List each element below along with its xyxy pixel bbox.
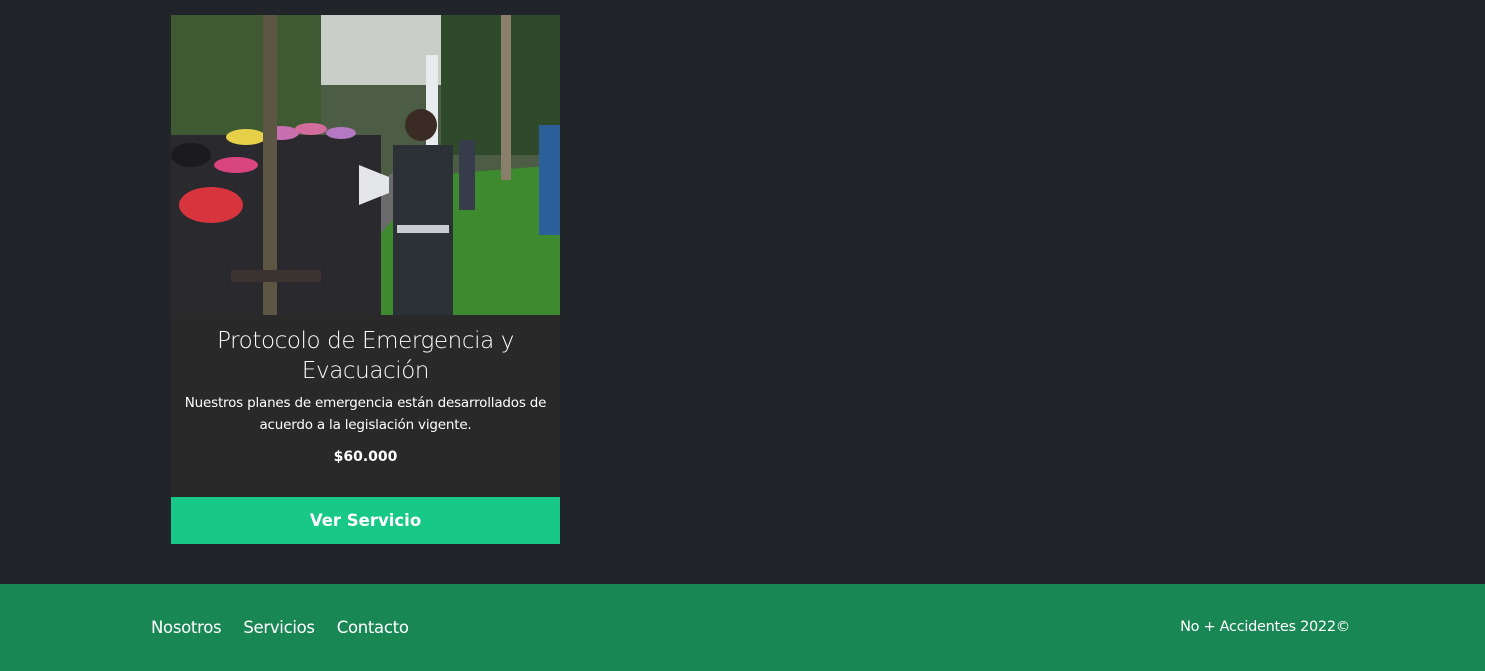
page: Protocolo de Emergencia y Evacuación Nue…	[0, 0, 1485, 671]
service-card: Protocolo de Emergencia y Evacuación Nue…	[171, 15, 560, 544]
footer-link-servicios[interactable]: Servicios	[243, 617, 315, 639]
footer-copyright: No + Accidentes 2022©	[1180, 619, 1350, 635]
footer: Nosotros Servicios Contacto No + Acciden…	[0, 584, 1485, 671]
service-description: Nuestros planes de emergencia están desa…	[184, 395, 547, 433]
footer-nav: Nosotros Servicios Contacto	[151, 617, 431, 639]
footer-link-contacto[interactable]: Contacto	[337, 617, 409, 639]
footer-link-nosotros[interactable]: Nosotros	[151, 617, 222, 639]
service-price: $60.000	[333, 449, 398, 465]
service-title: Protocolo de Emergencia y Evacuación	[217, 328, 514, 384]
service-image	[171, 15, 560, 315]
ver-servicio-button[interactable]: Ver Servicio	[171, 497, 560, 544]
